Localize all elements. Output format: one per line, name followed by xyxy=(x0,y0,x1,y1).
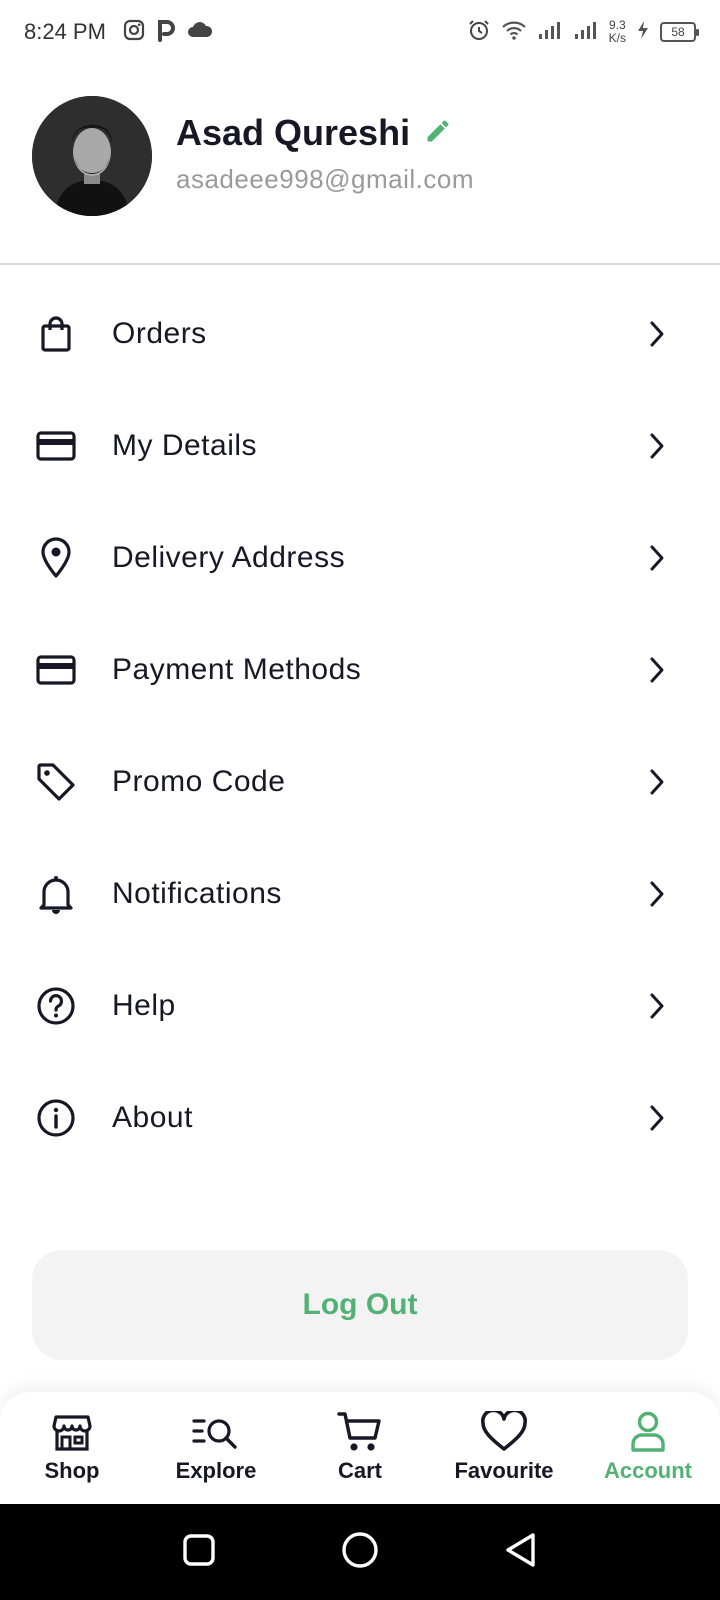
menu-item-about[interactable]: About xyxy=(0,1062,720,1174)
charging-icon xyxy=(636,19,650,46)
signal-icon-2 xyxy=(573,19,599,46)
cloud-icon xyxy=(186,20,214,45)
nav-item-shop[interactable]: Shop xyxy=(0,1392,144,1504)
nav-item-cart[interactable]: Cart xyxy=(288,1392,432,1504)
avatar-image xyxy=(32,96,152,216)
help-circle-icon xyxy=(34,984,78,1028)
status-system-icons: 9.3 K/s 58 xyxy=(467,18,699,47)
nav-item-label: Favourite xyxy=(454,1458,554,1483)
system-nav-bar xyxy=(0,1504,720,1600)
info-circle-icon xyxy=(34,1096,78,1140)
bottom-nav: Shop Explore Cart Favourite Account xyxy=(0,1392,720,1504)
chevron-right-icon xyxy=(642,1103,672,1133)
store-icon xyxy=(51,1410,93,1454)
chevron-right-icon xyxy=(642,767,672,797)
nav-item-label: Account xyxy=(604,1458,692,1483)
menu-item-delivery-address[interactable]: Delivery Address xyxy=(0,502,720,614)
menu-item-label: About xyxy=(112,1101,193,1134)
home-circle-icon[interactable] xyxy=(340,1530,380,1575)
credit-card-icon xyxy=(34,648,78,692)
chevron-right-icon xyxy=(642,543,672,573)
shopping-bag-icon xyxy=(34,312,78,356)
signal-icon-1 xyxy=(537,19,563,46)
profile-header: Asad Qureshi asadeee998@gmail.com xyxy=(0,64,720,264)
menu-item-notifications[interactable]: Notifications xyxy=(0,838,720,950)
nav-item-label: Shop xyxy=(44,1458,100,1483)
network-speed: 9.3 K/s xyxy=(609,19,626,45)
nav-item-label: Explore xyxy=(175,1458,257,1483)
nav-item-account[interactable]: Account xyxy=(576,1392,720,1504)
menu-item-label: My Details xyxy=(112,429,258,462)
chevron-right-icon xyxy=(642,655,672,685)
wifi-icon xyxy=(501,19,527,46)
profile-name-row: Asad Qureshi xyxy=(176,112,452,154)
nav-item-explore[interactable]: Explore xyxy=(144,1392,288,1504)
p-app-icon xyxy=(156,18,176,47)
nav-item-label: Cart xyxy=(337,1458,382,1483)
menu-item-help[interactable]: Help xyxy=(0,950,720,1062)
avatar[interactable] xyxy=(32,96,152,216)
chevron-right-icon xyxy=(642,431,672,461)
edit-pencil-icon[interactable] xyxy=(424,117,452,150)
menu-item-promo-code[interactable]: Promo Code xyxy=(0,726,720,838)
chevron-right-icon xyxy=(642,879,672,909)
status-notification-icons xyxy=(122,18,214,47)
nav-item-favourite[interactable]: Favourite xyxy=(432,1392,576,1504)
menu-item-label: Delivery Address xyxy=(112,541,346,574)
menu-item-label: Notifications xyxy=(112,877,282,910)
menu-item-payment-methods[interactable]: Payment Methods xyxy=(0,614,720,726)
menu-item-label: Orders xyxy=(112,317,207,350)
logout-button[interactable]: Log Out xyxy=(32,1250,688,1360)
menu-item-label: Help xyxy=(112,989,176,1022)
battery-indicator: 58 xyxy=(660,22,699,42)
chevron-right-icon xyxy=(642,319,672,349)
location-pin-icon xyxy=(34,536,78,580)
status-bar: 8:24 PM 9.3 K/s 58 xyxy=(0,0,720,64)
tag-icon xyxy=(34,760,78,804)
status-time: 8:24 PM xyxy=(24,19,106,44)
menu-item-orders[interactable]: Orders xyxy=(0,278,720,390)
back-triangle-icon[interactable] xyxy=(503,1531,539,1574)
explore-search-icon xyxy=(191,1410,241,1454)
heart-icon xyxy=(480,1410,528,1454)
bell-icon xyxy=(34,872,78,916)
menu-item-my-details[interactable]: My Details xyxy=(0,390,720,502)
user-icon xyxy=(628,1410,668,1454)
menu-item-label: Payment Methods xyxy=(112,653,362,686)
profile-name: Asad Qureshi xyxy=(176,112,411,153)
menu-item-label: Promo Code xyxy=(112,765,286,798)
account-menu: Orders My Details Delivery Address Payme… xyxy=(0,278,720,1174)
alarm-icon xyxy=(467,18,491,47)
id-card-icon xyxy=(34,424,78,468)
header-divider xyxy=(0,263,720,265)
chevron-right-icon xyxy=(642,991,672,1021)
network-speed-unit: K/s xyxy=(608,31,626,45)
recents-square-icon[interactable] xyxy=(181,1532,217,1573)
profile-email: asadeee998@gmail.com xyxy=(176,164,475,194)
cart-icon xyxy=(337,1410,383,1454)
instagram-icon xyxy=(122,18,146,47)
